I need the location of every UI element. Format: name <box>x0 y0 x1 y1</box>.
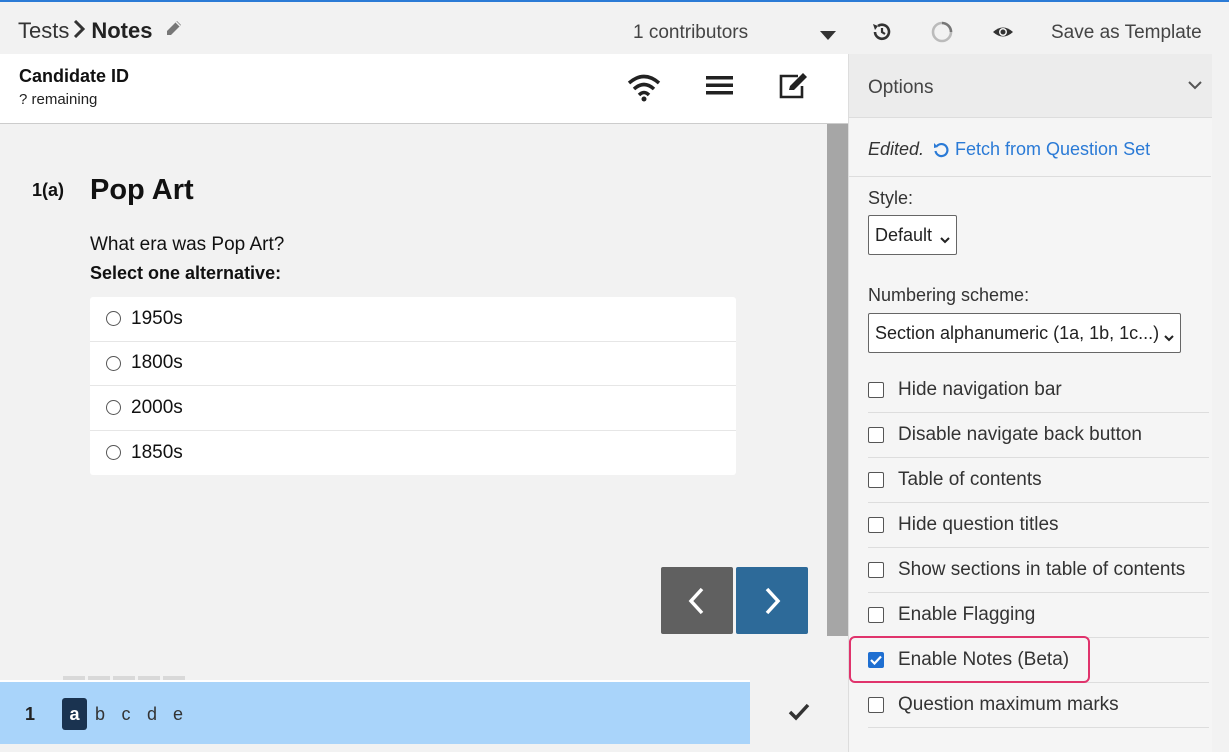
contributors-dropdown[interactable]: 1 contributors <box>633 22 748 44</box>
option-enable-flagging[interactable]: Enable Flagging <box>868 593 1209 638</box>
notes-edit-icon[interactable] <box>778 72 810 105</box>
option-question-maximum-marks[interactable]: Question maximum marks <box>868 683 1209 728</box>
option-show-sections-toc[interactable]: Show sections in table of contents <box>868 548 1209 593</box>
option-table-of-contents[interactable]: Table of contents <box>868 458 1209 503</box>
highlight-annotation <box>849 636 1090 683</box>
checkbox[interactable] <box>868 517 884 533</box>
style-select[interactable]: Default <box>868 215 957 255</box>
question-letter-b[interactable]: b <box>87 698 113 730</box>
top-bar: Tests Notes 1 contributors Save as Templ… <box>0 0 1229 54</box>
question-letter-d[interactable]: d <box>139 698 165 730</box>
chevron-right-icon <box>73 18 86 44</box>
numbering-select-value: Section alphanumeric (1a, 1b, 1c...) <box>875 322 1160 343</box>
edit-title-icon[interactable] <box>164 18 184 44</box>
options-header[interactable]: Options <box>849 54 1213 118</box>
option-label: Table of contents <box>898 469 1042 490</box>
question-letter-c[interactable]: c <box>113 698 139 730</box>
options-title: Options <box>868 77 934 98</box>
candidate-id: Candidate ID <box>19 66 130 86</box>
page-title: Notes <box>91 18 153 43</box>
option-label: Hide question titles <box>898 514 1059 535</box>
question-letters: a b c d e <box>62 698 191 730</box>
checkbox[interactable] <box>868 697 884 713</box>
numbering-scheme-select[interactable]: Section alphanumeric (1a, 1b, 1c...) <box>868 313 1181 353</box>
preview-header: Candidate ID ? remaining <box>0 54 848 124</box>
question-instruction: Select one alternative: <box>90 263 282 283</box>
question-title: Pop Art <box>90 174 194 206</box>
question-text: What era was Pop Art? <box>90 234 285 255</box>
alternative-label: 1800s <box>131 352 183 374</box>
alternative-option[interactable]: 2000s <box>90 386 736 431</box>
alternative-option[interactable]: 1800s <box>90 342 736 386</box>
radio-button[interactable] <box>106 445 121 461</box>
question-letter-a[interactable]: a <box>62 698 87 730</box>
alternative-label: 1950s <box>131 307 183 329</box>
question-navigation-bar: 1 a b c d e <box>0 680 750 744</box>
radio-button[interactable] <box>106 311 121 327</box>
options-scrollbar[interactable] <box>1212 54 1229 752</box>
option-hide-question-titles[interactable]: Hide question titles <box>868 503 1209 548</box>
menu-icon[interactable] <box>706 72 734 103</box>
chevron-right-icon <box>765 587 781 614</box>
option-label: Show sections in table of contents <box>898 559 1186 580</box>
option-label: Question maximum marks <box>898 694 1119 715</box>
alternative-option[interactable]: 1850s <box>90 431 736 476</box>
checkbox[interactable] <box>868 427 884 443</box>
checkbox[interactable] <box>868 607 884 623</box>
option-label: Enable Flagging <box>898 604 1036 625</box>
question-letter-e[interactable]: e <box>165 698 191 730</box>
numbering-scheme-label: Numbering scheme: <box>868 285 1030 305</box>
test-preview: Candidate ID ? remaining 1(a) Pop Art Wh… <box>0 54 848 752</box>
breadcrumb: Tests Notes <box>18 18 184 44</box>
history-icon[interactable] <box>870 20 894 49</box>
section-number[interactable]: 1 <box>25 704 35 725</box>
checkbox[interactable] <box>868 382 884 398</box>
caret-down-icon[interactable] <box>820 31 836 40</box>
question-number: 1(a) <box>32 180 65 200</box>
style-select-value: Default <box>875 224 933 245</box>
preview-scrollbar[interactable] <box>827 124 848 636</box>
save-as-template-button[interactable]: Save as Template <box>1051 22 1202 44</box>
alternatives-list: 1950s 1800s 2000s 1850s <box>90 297 736 475</box>
fetch-link-label: Fetch from Question Set <box>955 139 1151 159</box>
chevron-down-icon <box>940 229 950 250</box>
option-disable-navigate-back[interactable]: Disable navigate back button <box>868 413 1209 458</box>
next-button[interactable] <box>736 567 808 634</box>
loading-icon <box>930 20 954 49</box>
chevron-left-icon <box>688 587 704 614</box>
alternative-label: 1850s <box>131 441 183 463</box>
finish-button[interactable] <box>750 680 848 744</box>
style-label: Style: <box>868 188 914 208</box>
check-icon <box>788 703 810 721</box>
fetch-from-question-set-link[interactable]: Fetch from Question Set <box>933 139 1150 160</box>
option-label: Disable navigate back button <box>898 424 1142 445</box>
checkbox[interactable] <box>868 562 884 578</box>
radio-button[interactable] <box>106 400 121 416</box>
option-label: Hide navigation bar <box>898 379 1062 400</box>
chevron-down-icon <box>1164 327 1174 348</box>
alternative-label: 2000s <box>131 396 183 418</box>
remaining-text: ? remaining <box>19 91 98 108</box>
radio-button[interactable] <box>106 355 121 371</box>
eye-icon[interactable] <box>991 20 1015 49</box>
breadcrumb-root[interactable]: Tests <box>18 18 69 44</box>
edited-label: Edited. <box>868 139 925 159</box>
previous-button[interactable] <box>661 567 733 634</box>
divider <box>849 176 1211 177</box>
refresh-icon <box>934 142 949 157</box>
chevron-down-icon[interactable] <box>1187 78 1203 97</box>
wifi-icon <box>627 72 661 107</box>
checkbox[interactable] <box>868 472 884 488</box>
alternative-option[interactable]: 1950s <box>90 297 736 342</box>
option-hide-navigation-bar[interactable]: Hide navigation bar <box>868 368 1209 413</box>
